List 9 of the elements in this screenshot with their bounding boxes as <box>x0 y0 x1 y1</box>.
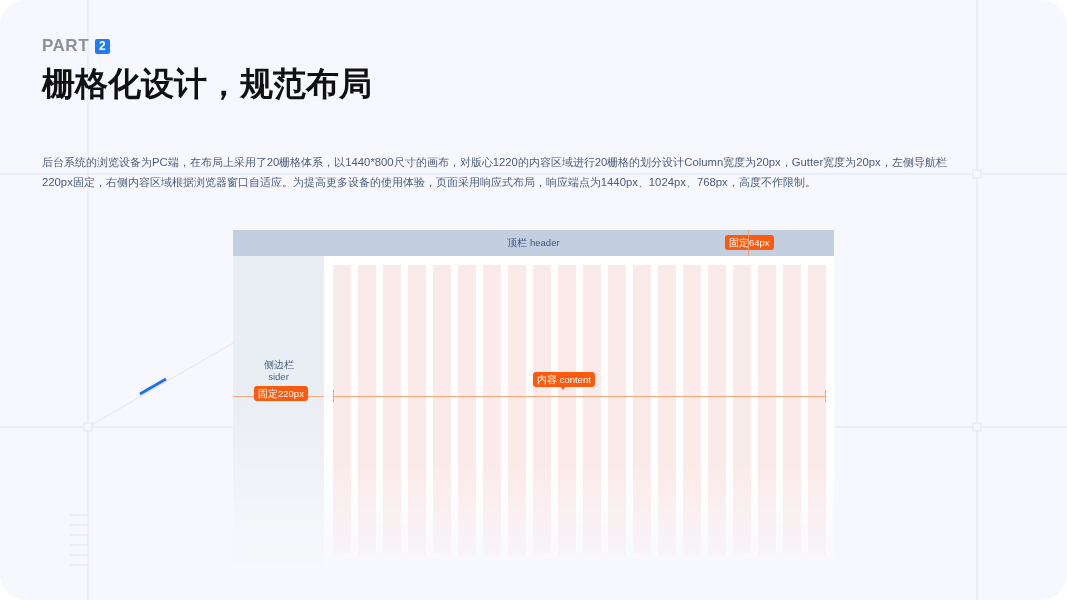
part-label: PART <box>42 36 89 56</box>
sider-width-tag: 固定220px <box>254 386 308 401</box>
page-title: 栅格化设计，规范布局 <box>42 64 373 104</box>
description-paragraph: 后台系统的浏览设备为PC端，在布局上采用了20栅格体系，以1440*800尺寸的画布，对版心1220的内容区域进行20栅格的划分设计Column宽度为20px，Gutter宽度为20px，左侧导航栏220px固定，右侧内容区域根据浏览器窗口自适应。为提高更多设备的使用体验，页面采用响应式布局，响应端点为1440px、1024px、768px，高度不作限制。 <box>42 155 948 190</box>
content-tag: 内容 content <box>533 372 595 387</box>
header-height-tag: 固定64px <box>725 235 774 250</box>
part-number-badge: 2 <box>95 38 110 54</box>
sider-label: 侧边栏 sider <box>262 359 295 383</box>
header-label: 顶栏 header <box>507 236 560 250</box>
